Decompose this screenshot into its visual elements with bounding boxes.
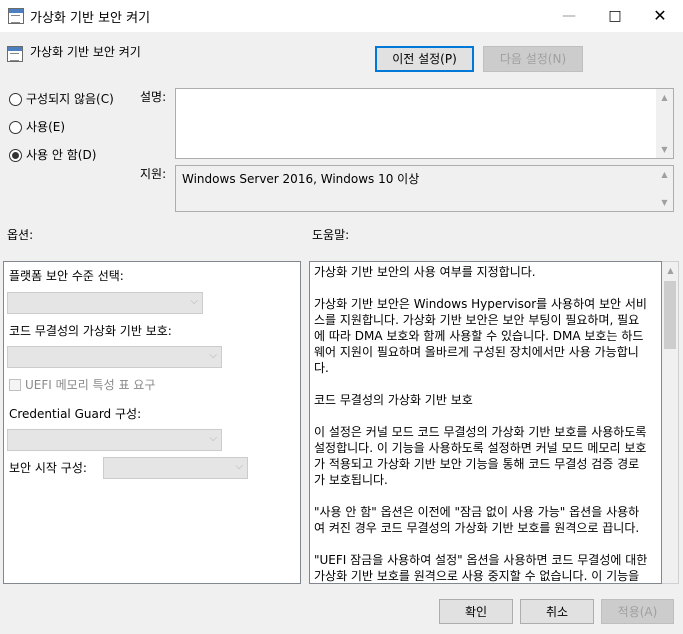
code-integrity-dropdown[interactable]: ⌵	[7, 346, 222, 368]
disabled-label[interactable]: 사용 안 함(D)	[26, 146, 96, 163]
next-setting-button[interactable]: 다음 설정(N)	[483, 46, 583, 72]
secure-launch-dropdown[interactable]: ⌵	[103, 457, 248, 479]
scroll-thumb[interactable]	[664, 281, 676, 349]
scroll-up-icon[interactable]: ▲	[656, 166, 673, 183]
help-heading: 도움말:	[312, 228, 350, 242]
credential-guard-dropdown[interactable]: ⌵	[7, 429, 222, 451]
supported-scrollbar[interactable]: ▲ ▼	[656, 166, 673, 211]
ok-button[interactable]: 확인	[439, 599, 513, 624]
scroll-up-icon[interactable]: ▲	[662, 262, 679, 279]
window-title: 가상화 기반 보안 켜기	[30, 11, 151, 26]
secure-launch-label: 보안 시작 구성:	[9, 461, 87, 475]
supported-on-box: Windows Server 2016, Windows 10 이상 ▲ ▼	[175, 165, 674, 212]
disabled-radio[interactable]	[9, 149, 22, 162]
minimize-icon[interactable]: —	[546, 0, 592, 32]
not-configured-radio[interactable]	[9, 93, 22, 106]
uefi-mat-checkbox[interactable]	[9, 379, 21, 391]
options-heading: 옵션:	[7, 228, 34, 242]
help-panel: 가상화 기반 보안의 사용 여부를 지정합니다. 가상화 기반 보안은 Wind…	[309, 261, 662, 584]
title-bar: 가상화 기반 보안 켜기 — □ ✕	[0, 0, 683, 32]
platform-security-dropdown[interactable]: ⌵	[7, 292, 203, 314]
scroll-down-icon[interactable]: ▼	[656, 194, 673, 211]
credential-guard-label: Credential Guard 구성:	[9, 407, 142, 421]
close-icon[interactable]: ✕	[637, 0, 683, 32]
help-text: 가상화 기반 보안의 사용 여부를 지정합니다. 가상화 기반 보안은 Wind…	[314, 265, 648, 583]
uefi-mat-label: UEFI 메모리 특성 표 요구	[25, 378, 156, 392]
scroll-up-icon[interactable]: ▲	[656, 89, 673, 106]
chevron-down-icon: ⌵	[235, 461, 243, 472]
apply-button[interactable]: 적용(A)	[601, 599, 674, 624]
previous-setting-button[interactable]: 이전 설정(P)	[375, 46, 474, 72]
enabled-label[interactable]: 사용(E)	[26, 118, 65, 135]
enabled-radio[interactable]	[9, 121, 22, 134]
setting-icon	[7, 46, 23, 62]
policy-title: 가상화 기반 보안 켜기	[30, 45, 141, 59]
comment-label: 설명:	[140, 90, 167, 104]
policy-icon	[8, 8, 24, 24]
comment-scrollbar[interactable]: ▲ ▼	[656, 89, 673, 158]
supported-value: Windows Server 2016, Windows 10 이상	[182, 172, 420, 186]
chevron-down-icon: ⌵	[190, 296, 198, 307]
platform-security-label: 플랫폼 보안 수준 선택:	[9, 269, 124, 283]
chevron-down-icon: ⌵	[209, 433, 217, 444]
cancel-button[interactable]: 취소	[520, 599, 594, 624]
options-panel: 플랫폼 보안 수준 선택: ⌵ 코드 무결성의 가상화 기반 보호: ⌵ UEF…	[3, 261, 301, 584]
help-scrollbar[interactable]: ▲	[662, 261, 679, 584]
scroll-down-icon[interactable]: ▼	[656, 141, 673, 158]
chevron-down-icon: ⌵	[209, 350, 217, 361]
not-configured-label[interactable]: 구성되지 않음(C)	[26, 90, 114, 107]
supported-label: 지원:	[140, 167, 167, 181]
comment-textarea[interactable]: ▲ ▼	[175, 88, 674, 159]
code-integrity-label: 코드 무결성의 가상화 기반 보호:	[9, 324, 172, 338]
maximize-icon[interactable]: □	[592, 0, 638, 32]
